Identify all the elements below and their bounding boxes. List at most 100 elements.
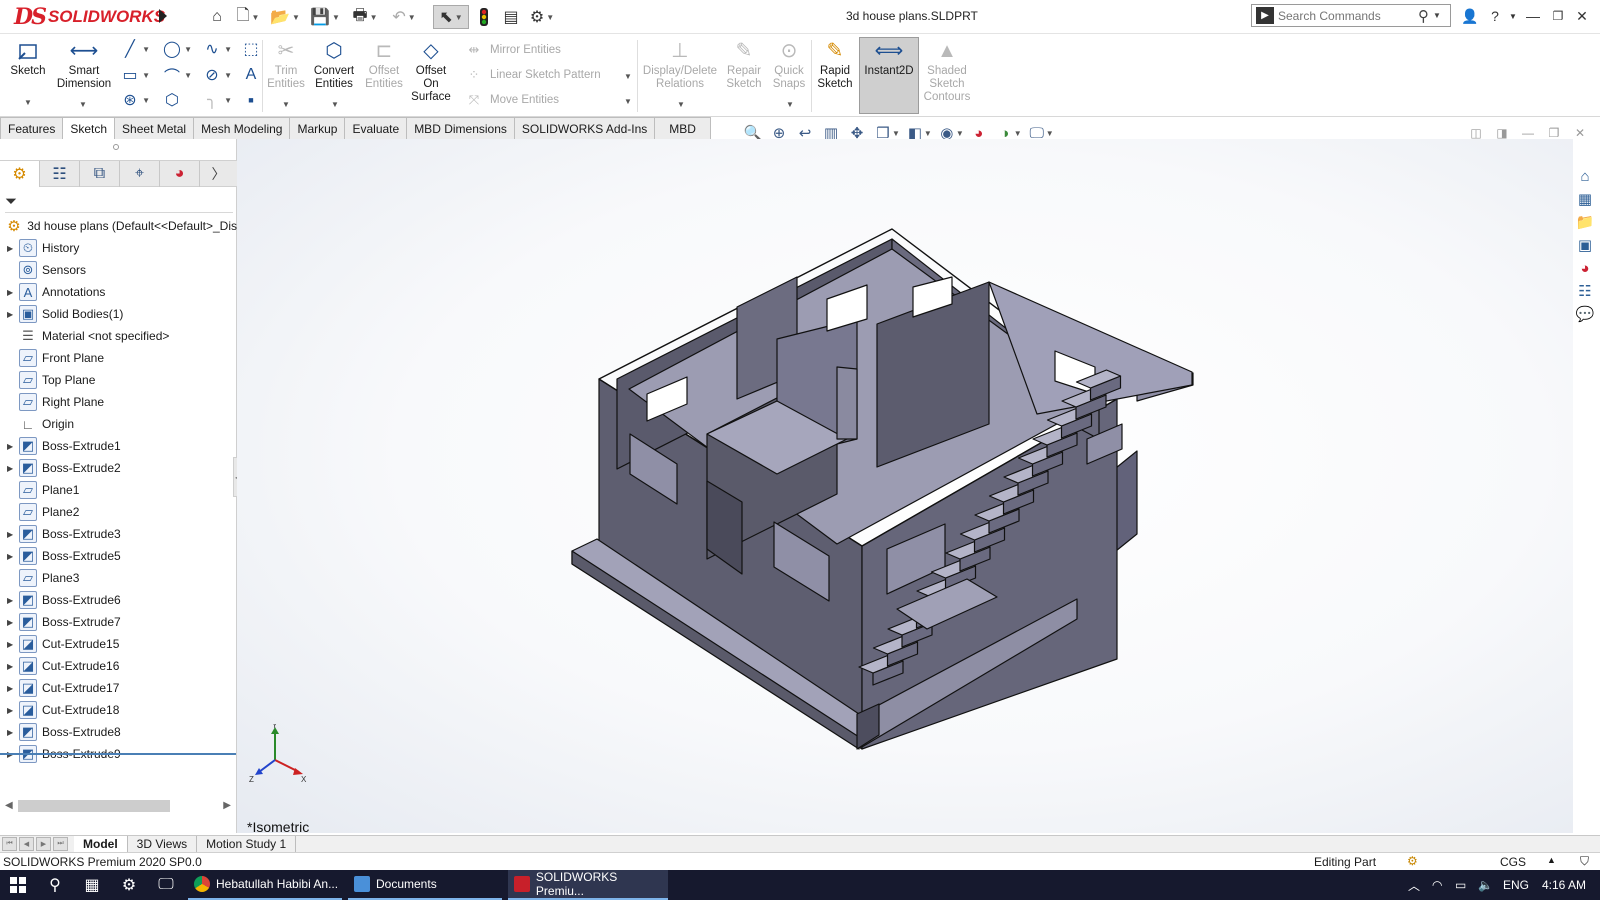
- minimize-window-icon[interactable]: —: [1522, 5, 1544, 27]
- unit-system[interactable]: CGS: [1500, 855, 1526, 869]
- relations-dropdown-icon[interactable]: ▼: [677, 100, 685, 109]
- custom-properties-icon[interactable]: ☷: [1573, 280, 1597, 302]
- print-button[interactable]: 🖶 ▼: [348, 5, 382, 29]
- tree-item[interactable]: ▱ Right Plane: [0, 391, 237, 413]
- battery-icon[interactable]: ▭: [1455, 870, 1466, 900]
- graphics-area[interactable]: Y X Z *Isometric: [237, 139, 1573, 833]
- taskbar-app-solidworks[interactable]: SOLIDWORKS Premiu...: [508, 870, 668, 900]
- expand-arrow-icon[interactable]: ▶: [7, 618, 19, 627]
- line-icon[interactable]: ╱ ▼: [119, 38, 150, 60]
- tree-item[interactable]: ▶ ◪ Cut-Extrude16: [0, 655, 237, 677]
- show-hidden-icons-icon[interactable]: ︿: [1408, 870, 1420, 900]
- feature-manager-tab-icon[interactable]: ⚙: [0, 161, 40, 187]
- display-style-dropdown-icon[interactable]: ▼: [924, 129, 932, 138]
- house-model[interactable]: [237, 139, 1573, 833]
- convert-entities-button[interactable]: ⬡ Convert Entities: [311, 38, 357, 91]
- view-orientation-dropdown-icon[interactable]: ▼: [892, 129, 900, 138]
- tree-item[interactable]: ▱ Plane3: [0, 567, 237, 589]
- units-dropdown-icon[interactable]: ▲: [1547, 855, 1556, 865]
- offset-sketch-icon[interactable]: ⬚: [240, 38, 262, 60]
- view-settings-dropdown-icon[interactable]: ▼: [1046, 129, 1054, 138]
- tree-item[interactable]: ▶ ◩ Boss-Extrude2: [0, 457, 237, 479]
- input-language[interactable]: ENG: [1503, 870, 1529, 900]
- file-explorer-icon[interactable]: 📁: [1573, 211, 1597, 233]
- tab-motion-study-1[interactable]: Motion Study 1: [197, 835, 297, 853]
- tree-item[interactable]: ▶ ◪ Cut-Extrude17: [0, 677, 237, 699]
- tab-mbd-dimensions[interactable]: MBD Dimensions: [406, 117, 515, 139]
- quick-snaps-button[interactable]: ⊙ Quick Snaps: [771, 38, 807, 91]
- tree-item[interactable]: ▶ ⏲ History: [0, 237, 237, 259]
- desktop-icon[interactable]: 🖵: [148, 870, 184, 900]
- close-window-icon[interactable]: ✕: [1571, 5, 1593, 27]
- tag-icon[interactable]: ⛉: [1580, 854, 1589, 869]
- new-document-button[interactable]: 🗋 ▼: [231, 5, 265, 29]
- polygon-icon[interactable]: ⬡: [161, 89, 183, 111]
- next-tab-icon[interactable]: ▶: [36, 837, 51, 851]
- apply-scene-dropdown-icon[interactable]: ▼: [1014, 129, 1022, 138]
- configuration-manager-tab-icon[interactable]: ⧉: [80, 161, 120, 187]
- taskbar-app-documents[interactable]: Documents: [348, 870, 502, 900]
- linear-sketch-pattern-button[interactable]: ⁘ Linear Sketch Pattern: [466, 66, 601, 84]
- expand-arrow-icon[interactable]: ▶: [7, 310, 19, 319]
- file-properties-icon[interactable]: ▤: [500, 5, 522, 29]
- quick-snaps-dropdown-icon[interactable]: ▼: [786, 100, 794, 109]
- sketch-button[interactable]: Sketch: [9, 38, 47, 78]
- solidworks-logo[interactable]: DS SOLIDWORKS: [14, 3, 165, 31]
- point-icon[interactable]: ■: [240, 89, 262, 111]
- smart-dimension-button[interactable]: ⟷ Smart Dimension: [57, 38, 111, 91]
- previous-tab-icon[interactable]: ◀: [19, 837, 34, 851]
- rebuild-status-icon[interactable]: ⚙: [1407, 854, 1418, 868]
- tree-item[interactable]: ▶ ◩ Boss-Extrude1: [0, 435, 237, 457]
- tab-markup[interactable]: Markup: [289, 117, 346, 139]
- tab-model[interactable]: Model: [74, 835, 128, 853]
- smart-dimension-dropdown-icon[interactable]: ▼: [79, 100, 87, 109]
- tree-item[interactable]: ▶ A Annotations: [0, 281, 237, 303]
- tree-item[interactable]: ∟ Origin: [0, 413, 237, 435]
- undo-button[interactable]: ↶ ▼: [387, 5, 421, 29]
- clock[interactable]: 4:16 AM: [1542, 870, 1586, 900]
- appearances-icon[interactable]: ◕: [1573, 257, 1597, 279]
- tree-item[interactable]: ▱ Plane2: [0, 501, 237, 523]
- open-button[interactable]: 📂 ▼: [268, 5, 302, 29]
- scroll-thumb[interactable]: [18, 799, 170, 812]
- tab-sketch[interactable]: Sketch: [62, 117, 116, 139]
- circle-icon[interactable]: ◯ ▼: [161, 38, 192, 60]
- first-tab-icon[interactable]: ⏮: [2, 837, 17, 851]
- expand-arrow-icon[interactable]: ▶: [7, 684, 19, 693]
- move-dropdown-icon[interactable]: ▼: [624, 97, 632, 106]
- restore-window-icon[interactable]: ❐: [1547, 5, 1569, 27]
- tree-item[interactable]: ☰ Material <not specified>: [0, 325, 237, 347]
- tree-item[interactable]: ⊚ Sensors: [0, 259, 237, 281]
- view-palette-icon[interactable]: ▣: [1573, 234, 1597, 256]
- tree-item[interactable]: ▶ ◩ Boss-Extrude8: [0, 721, 237, 743]
- tree-item[interactable]: ▱ Top Plane: [0, 369, 237, 391]
- tab-3d-views[interactable]: 3D Views: [128, 835, 198, 853]
- rebuild-traffic-light-icon[interactable]: [476, 5, 492, 29]
- rectangle-icon[interactable]: ▭ ▼: [119, 64, 150, 86]
- scroll-right-icon[interactable]: ▶: [223, 800, 231, 811]
- shaded-sketch-contours-button[interactable]: ▲ Shaded Sketch Contours: [923, 38, 971, 104]
- rapid-sketch-button[interactable]: ✎ Rapid Sketch: [815, 38, 855, 91]
- tab-sheet-metal[interactable]: Sheet Metal: [114, 117, 195, 139]
- rollback-bar[interactable]: [0, 753, 236, 755]
- scroll-left-icon[interactable]: ◀: [5, 800, 13, 811]
- expand-arrow-icon[interactable]: ▶: [7, 706, 19, 715]
- trim-dropdown-icon[interactable]: ▼: [282, 100, 290, 109]
- tree-item[interactable]: ▱ Front Plane: [0, 347, 237, 369]
- design-library-icon[interactable]: ▦: [1573, 188, 1597, 210]
- chevron-right-icon[interactable]: 〉: [200, 161, 237, 187]
- property-manager-tab-icon[interactable]: ☷: [40, 161, 80, 187]
- calculator-icon[interactable]: ▦: [74, 870, 110, 900]
- repair-sketch-button[interactable]: ✎ Repair Sketch: [723, 38, 765, 91]
- hide-show-dropdown-icon[interactable]: ▼: [956, 129, 964, 138]
- fillet-icon[interactable]: ╮ ▼: [201, 89, 232, 111]
- tree-root[interactable]: ⚙ 3d house plans (Default<<Default>_Dis: [0, 215, 237, 237]
- expand-arrow-icon[interactable]: ▶: [7, 552, 19, 561]
- offset-on-surface-button[interactable]: ◇ Offset On Surface: [411, 38, 451, 104]
- help-dropdown-icon[interactable]: ▼: [1502, 5, 1524, 27]
- text-icon[interactable]: A: [240, 64, 262, 86]
- menu-flyout-arrow-icon[interactable]: [157, 6, 169, 26]
- expand-arrow-icon[interactable]: ▶: [7, 662, 19, 671]
- chevron-down-icon[interactable]: ▼: [1433, 11, 1441, 20]
- tree-item[interactable]: ▶ ◩ Boss-Extrude5: [0, 545, 237, 567]
